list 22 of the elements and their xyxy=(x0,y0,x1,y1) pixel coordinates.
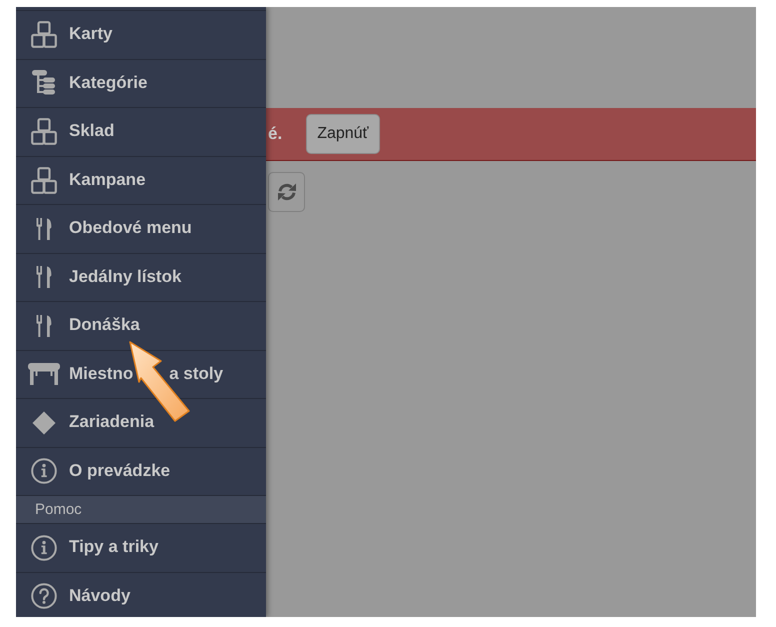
nav-item[interactable]: Tipy a triky xyxy=(16,524,266,572)
section-header: Pomoc xyxy=(16,496,266,524)
nav-item[interactable]: Karty xyxy=(16,10,266,60)
refresh-button[interactable] xyxy=(268,172,305,212)
table-icon xyxy=(28,363,60,386)
alert-text: é. xyxy=(268,124,282,144)
blocks-icon xyxy=(31,21,57,48)
enable-button[interactable]: Zapnúť xyxy=(306,114,380,154)
cutlery-icon xyxy=(36,218,52,240)
cutlery-icon xyxy=(36,314,52,337)
hierarchy-icon xyxy=(32,70,56,96)
cutlery-icon xyxy=(36,266,52,288)
nav-item[interactable]: Kampane xyxy=(16,156,266,205)
blocks-icon xyxy=(31,118,57,146)
nav-item[interactable]: Sklad xyxy=(16,108,266,156)
question-icon xyxy=(31,583,57,610)
info-icon xyxy=(31,458,57,484)
diamond-icon xyxy=(32,410,56,435)
nav-item[interactable]: Kategórie xyxy=(16,60,266,108)
blocks-icon xyxy=(31,166,57,194)
info-icon xyxy=(31,534,57,561)
refresh-icon xyxy=(276,183,296,201)
